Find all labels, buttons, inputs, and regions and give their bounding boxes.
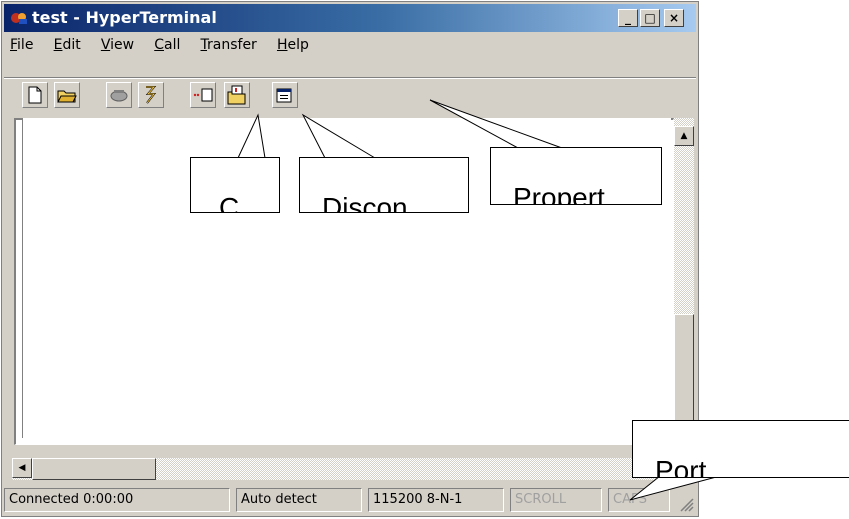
callout-connect: C (190, 157, 280, 213)
callout-properties: Propert (490, 147, 662, 205)
callout-disconnect: Discon (299, 157, 469, 213)
callout-port: Port (632, 420, 849, 478)
